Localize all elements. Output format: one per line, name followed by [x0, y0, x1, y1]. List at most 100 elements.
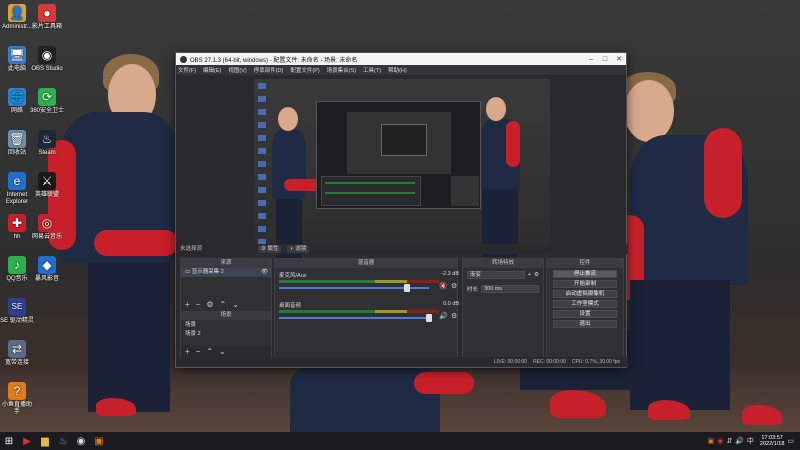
desktop-icon-netease[interactable]: ◎ 网易云音乐	[30, 214, 64, 241]
sources-dock: 来源 ▭ 显示器采集 2 👁 + − ⚙ ⌃ ⌄ 场景 场景 场景 2 + − …	[180, 258, 272, 358]
tab-filters[interactable]: ◐ 滤镜	[287, 245, 310, 253]
desktop-icon-lol[interactable]: ⚔ 英雄联盟	[30, 172, 64, 199]
desktop-icon-fish[interactable]: ? 小鱼直播助手	[0, 382, 34, 416]
start-recording-button[interactable]: 开始录制	[553, 280, 617, 288]
desktop-icon-storm[interactable]: ◆ 暴风影音	[30, 256, 64, 283]
sources-toolbar: + − ⚙ ⌃ ⌄	[181, 299, 271, 310]
transition-type-row: 渐变 + ⚙	[463, 268, 543, 282]
scene-move-up-button[interactable]: ⌃	[206, 347, 213, 356]
speaker-tray-icon[interactable]: 🔊	[735, 437, 744, 445]
desktop-icon-recycle[interactable]: 🗑 回收站	[0, 130, 34, 157]
audio-mixer-dock: 混音器 麦克风/Aux -2.3 dB 🔇 ⚙ 桌面音频 0.0 dB 🔊 ⚙	[274, 258, 459, 358]
minimize-button[interactable]: –	[584, 56, 598, 63]
duration-input[interactable]: 300 ms	[481, 285, 539, 293]
preview-image	[254, 79, 550, 267]
desktop-icon-network[interactable]: 🌐 网络	[0, 88, 34, 115]
desktop-icon-label: Steam	[38, 150, 56, 156]
desktop-icon-hh[interactable]: ✚ hh	[0, 214, 34, 241]
muted-speaker-icon[interactable]: 🔇	[439, 283, 448, 291]
sources-header: 来源	[181, 259, 271, 268]
scene-item[interactable]: 场景	[181, 321, 271, 330]
start-virtual-camera-button[interactable]: 启动虚拟摄像机	[553, 290, 617, 298]
move-up-button[interactable]: ⌃	[220, 300, 227, 309]
transitions-header: 转场特效	[463, 259, 543, 268]
mixer-header: 混音器	[275, 259, 457, 268]
user-folder-icon: 👤	[8, 4, 26, 22]
tray-app-icon[interactable]: ◉	[717, 437, 723, 445]
video-app-icon[interactable]: ▶	[18, 432, 36, 450]
desktop-icon-computer[interactable]: 🖥 此电脑	[0, 46, 34, 73]
broadband-icon: ⇄	[8, 340, 26, 358]
scenes-toolbar: + − ⌃ ⌄	[181, 346, 271, 357]
scene-item[interactable]: 场景 2	[181, 330, 271, 339]
desktop-icon-ie[interactable]: e Internet Explorer	[0, 172, 34, 206]
exit-button[interactable]: 退出	[553, 320, 617, 328]
mixer-track-desktop: 桌面音频 0.0 dB 🔊 ⚙	[279, 301, 459, 327]
network-tray-icon[interactable]: ⇵	[726, 437, 732, 445]
desktop-icon-360[interactable]: ⟳ 360安全卫士	[30, 88, 64, 115]
move-down-button[interactable]: ⌄	[232, 300, 239, 309]
volume-fader[interactable]	[279, 317, 429, 319]
preview-canvas[interactable]	[254, 79, 550, 267]
tray-app-icon[interactable]: ▣	[708, 437, 715, 445]
track-settings-icon[interactable]: ⚙	[451, 283, 457, 291]
menu-tools[interactable]: 工具(T)	[363, 66, 381, 74]
desktop-icon-qqmusic[interactable]: ♪ QQ音乐	[0, 256, 34, 283]
menu-profile[interactable]: 配置文件(P)	[290, 66, 319, 74]
speaker-icon[interactable]: 🔊	[439, 313, 448, 321]
eye-icon[interactable]: 👁	[261, 268, 271, 277]
desktop-icon-steam[interactable]: ♨ Steam	[30, 130, 64, 157]
steam-taskbar-icon[interactable]: ♨	[54, 432, 72, 450]
red-app-icon: ✚	[8, 214, 26, 232]
tab-properties[interactable]: ⚙ 属性	[258, 245, 282, 253]
desktop-icon-label: 小鱼直播助手	[1, 402, 32, 415]
add-scene-button[interactable]: +	[185, 347, 190, 356]
desktop-icon-broadband[interactable]: ⇄ 宽带连接	[0, 340, 34, 367]
menu-file[interactable]: 文件(F)	[178, 66, 196, 74]
fader-handle[interactable]	[426, 314, 432, 322]
start-icon[interactable]: ⊞	[0, 432, 18, 450]
desktop-icon-toolbox[interactable]: ● 影片工具箱	[30, 4, 64, 31]
maximize-button[interactable]: □	[598, 56, 612, 63]
desktop-icon-obs[interactable]: ◉ OBS Studio	[30, 46, 64, 73]
storm-icon: ◆	[38, 256, 56, 274]
menu-edit[interactable]: 编辑(E)	[203, 66, 221, 74]
notification-icon[interactable]: ▭	[787, 437, 794, 445]
obs-titlebar: OBS 27.1.3 (64-bit, windows) - 配置文件: 未命名…	[176, 53, 626, 65]
transition-settings-button[interactable]: ⚙	[534, 272, 539, 278]
input-method-icon[interactable]: 中	[747, 436, 754, 446]
duration-label: 时长	[467, 287, 479, 293]
menu-help[interactable]: 帮助(H)	[388, 66, 407, 74]
remove-source-button[interactable]: −	[196, 300, 201, 309]
add-transition-button[interactable]: +	[528, 272, 531, 278]
monitor-icon: ▭	[185, 269, 191, 275]
fish-taskbar-icon[interactable]: ▣	[90, 432, 108, 450]
menu-docks[interactable]: 停靠部件(D)	[254, 66, 284, 74]
clock[interactable]: 17:03:57 2022/1/18	[757, 435, 784, 447]
360-icon: ⟳	[38, 88, 56, 106]
desktop-icon-se[interactable]: SE SE 驱动精灵	[0, 298, 34, 325]
folder-icon[interactable]: ▆	[36, 432, 54, 450]
track-settings-icon[interactable]: ⚙	[451, 313, 457, 321]
desktop-icon-label: 回收站	[7, 150, 26, 156]
add-source-button[interactable]: +	[185, 300, 190, 309]
menu-scene-collection[interactable]: 场景集合(S)	[327, 66, 356, 74]
settings-button[interactable]: 设置	[553, 310, 617, 318]
fader-handle[interactable]	[403, 284, 410, 292]
studio-mode-button[interactable]: 工作室模式	[553, 300, 617, 308]
remove-scene-button[interactable]: −	[196, 347, 201, 356]
taskbar: ⊞ ▶ ▆ ♨ ◉ ▣ ▣ ◉ ⇵ 🔊 中 17:03:57 2022/1/18…	[0, 432, 800, 450]
obs-icon: ◉	[38, 46, 56, 64]
desktop-icon-admin[interactable]: 👤 Administr...	[0, 4, 34, 31]
close-button[interactable]: ✕	[612, 55, 626, 63]
qq-music-icon: ♪	[8, 256, 26, 274]
transition-type-select[interactable]: 渐变	[467, 271, 525, 279]
obs-taskbar-icon[interactable]: ◉	[72, 432, 90, 450]
menu-view[interactable]: 视图(V)	[228, 66, 246, 74]
scene-move-down-button[interactable]: ⌄	[219, 347, 226, 356]
source-settings-button[interactable]: ⚙	[206, 300, 213, 309]
track-name: 麦克风/Aux	[279, 273, 307, 279]
source-item[interactable]: ▭ 显示器采集 2 👁	[181, 268, 271, 277]
stop-streaming-button[interactable]: 停止推流	[553, 270, 617, 278]
desktop-icon-label: Administr...	[2, 24, 32, 30]
